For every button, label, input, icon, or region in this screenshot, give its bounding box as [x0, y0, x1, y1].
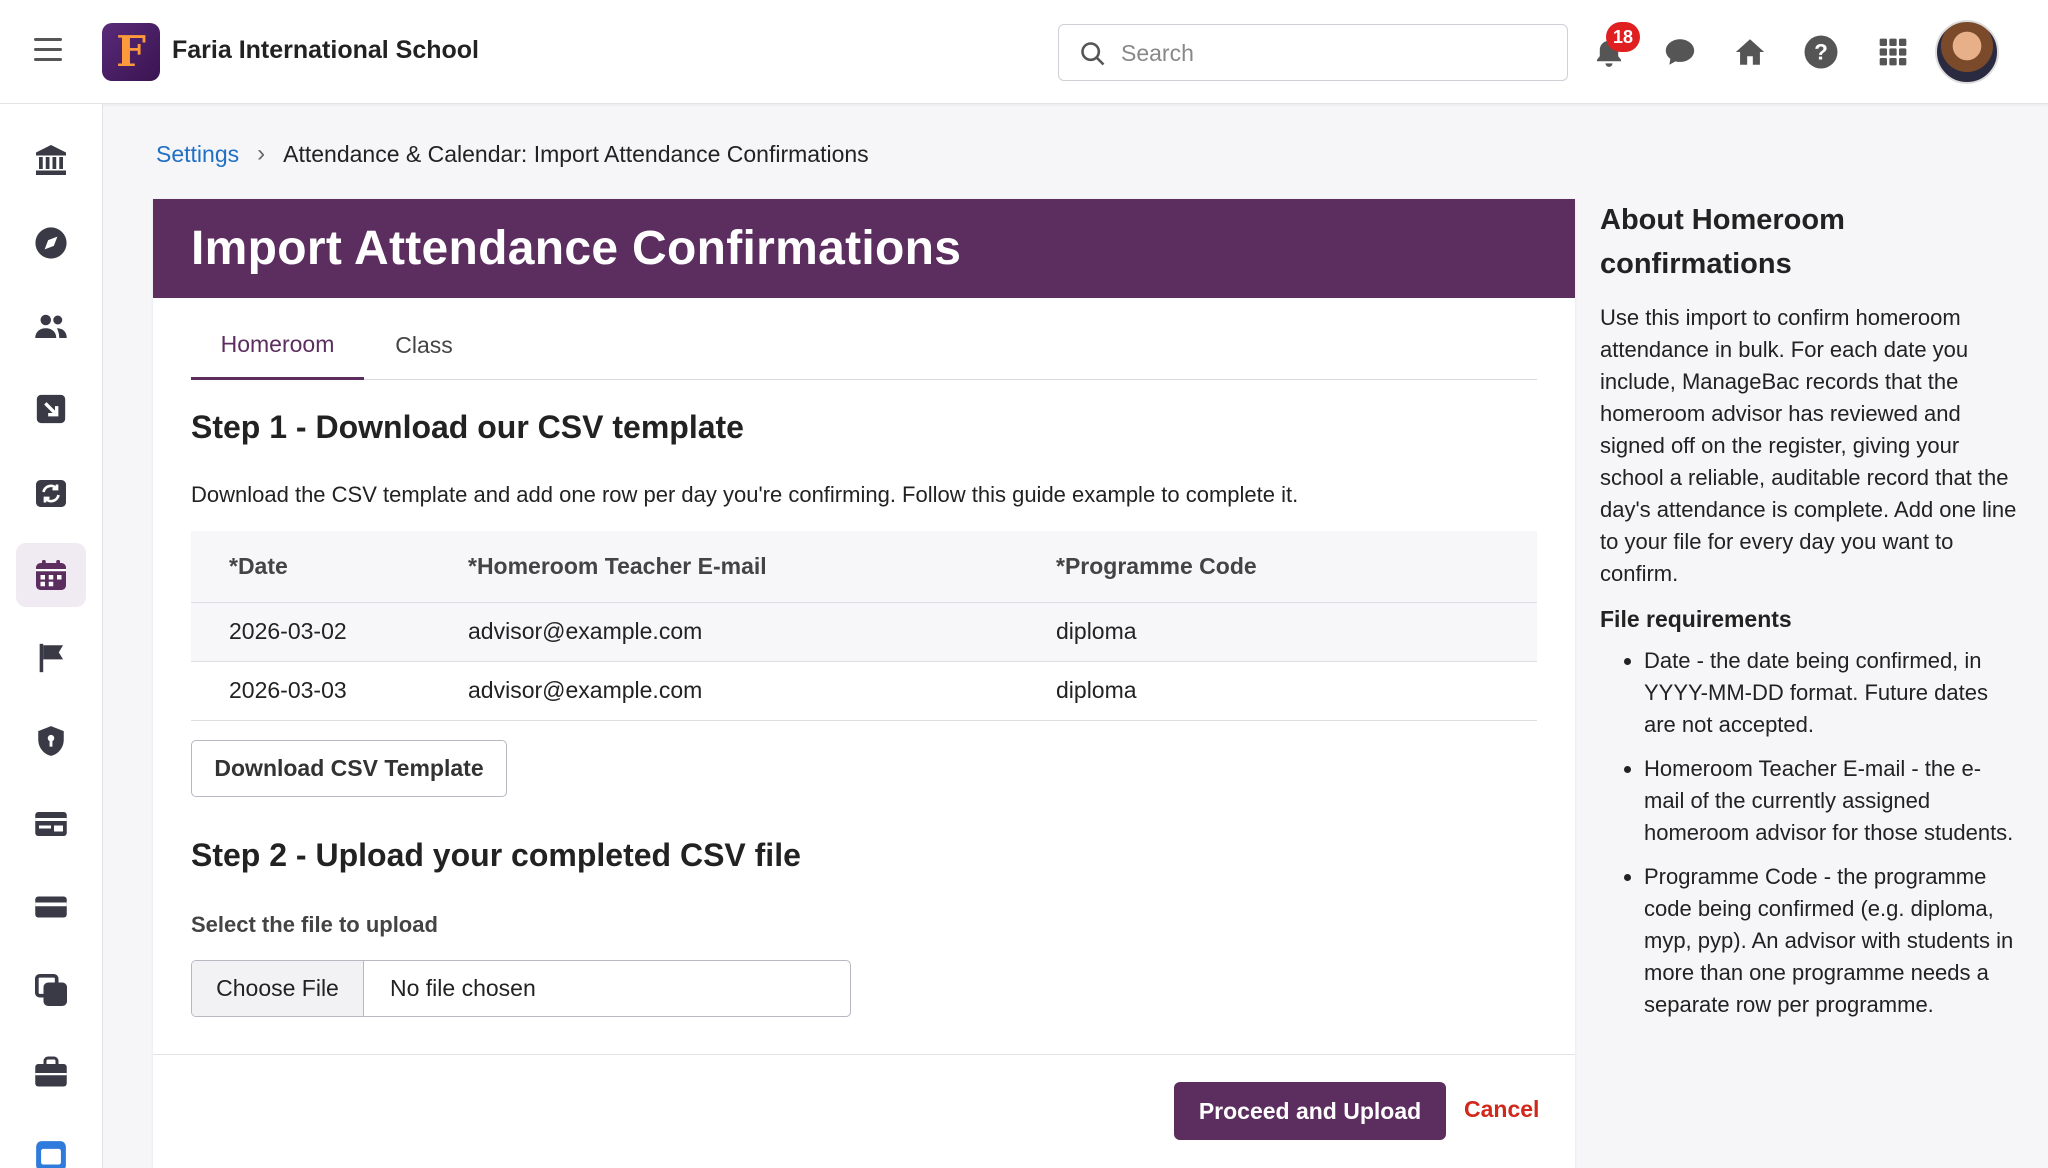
download-csv-template-button[interactable]: Download CSV Template — [191, 740, 507, 797]
step1-description: Download the CSV template and add one ro… — [191, 482, 1299, 507]
list-item: Date - the date being confirmed, in YYYY… — [1644, 645, 2020, 741]
sidebar — [0, 104, 103, 1168]
briefcase-icon — [35, 1056, 67, 1087]
dp-app-icon — [36, 1141, 66, 1168]
users-icon — [35, 314, 67, 338]
file-upload-input[interactable]: Choose File No file chosen — [191, 960, 851, 1017]
table-cell: advisor@example.com — [468, 661, 1056, 721]
sidebar-item-import[interactable] — [16, 377, 86, 441]
sidebar-item-users[interactable] — [16, 294, 86, 358]
sidebar-item-sync[interactable] — [16, 460, 86, 524]
tab-bar: Homeroom Class — [191, 311, 1537, 380]
search-input[interactable] — [1121, 35, 1541, 71]
card-icon — [35, 896, 67, 918]
home-icon[interactable] — [1731, 33, 1769, 71]
column-header-date: *Date — [191, 531, 468, 603]
tab-class[interactable]: Class — [364, 311, 484, 380]
sidebar-item-flags[interactable] — [16, 626, 86, 690]
table-cell: advisor@example.com — [468, 602, 1056, 662]
search-icon — [1081, 42, 1105, 66]
import-card: Import Attendance Confirmations Homeroom… — [153, 199, 1575, 1168]
file-status-text: No file chosen — [390, 975, 536, 1001]
import-arrow-icon — [36, 394, 66, 424]
breadcrumb-settings-link[interactable]: Settings — [156, 141, 239, 168]
calendar-icon — [36, 560, 66, 590]
card-footer: Proceed and Upload Cancel — [153, 1054, 1575, 1168]
copy-icon — [34, 973, 68, 1007]
shield-icon — [38, 726, 64, 756]
school-logo[interactable]: F — [102, 23, 160, 81]
page-title: Import Attendance Confirmations — [191, 222, 962, 275]
school-name[interactable]: Faria International School — [172, 36, 479, 65]
compass-icon — [35, 227, 67, 259]
step2-title: Step 2 - Upload your completed CSV file — [191, 837, 801, 873]
column-header-programme: *Programme Code — [1056, 531, 1537, 603]
sidebar-item-id-cards[interactable] — [16, 792, 86, 856]
help-intro: Use this import to confirm homeroom atte… — [1600, 305, 2017, 586]
sidebar-item-school[interactable] — [16, 128, 86, 192]
table-cell: diploma — [1056, 602, 1537, 662]
list-item: Homeroom Teacher E-mail - the e-mail of … — [1644, 753, 2020, 849]
proceed-and-upload-button[interactable]: Proceed and Upload — [1174, 1082, 1446, 1140]
step1-title: Step 1 - Download our CSV template — [191, 409, 744, 445]
notification-badge: 18 — [1606, 22, 1640, 52]
school-building-icon — [36, 145, 66, 175]
csv-guide-table: *Date *Homeroom Teacher E-mail *Programm… — [191, 531, 1537, 721]
chat-icon[interactable] — [1661, 33, 1699, 71]
requirements-title: File requirements — [1600, 606, 1792, 632]
breadcrumb: Settings › Attendance & Calendar: Import… — [156, 140, 869, 168]
sidebar-item-dp-app[interactable] — [16, 1124, 86, 1168]
chevron-right-icon: › — [257, 140, 266, 167]
table-row: 2026-03-02 advisor@example.com diploma — [191, 602, 1537, 662]
tab-homeroom[interactable]: Homeroom — [191, 311, 364, 380]
table-header-row: *Date *Homeroom Teacher E-mail *Programm… — [191, 531, 1537, 603]
top-bar: F Faria International School 18 ? — [0, 0, 2048, 104]
menu-icon[interactable] — [34, 38, 62, 62]
sidebar-item-security[interactable] — [16, 709, 86, 773]
column-header-email: *Homeroom Teacher E-mail — [468, 531, 1056, 603]
table-row: 2026-03-03 advisor@example.com diploma — [191, 661, 1537, 721]
help-icon[interactable]: ? — [1802, 33, 1840, 71]
sync-calendar-icon — [36, 480, 66, 507]
svg-text:?: ? — [1814, 40, 1828, 65]
breadcrumb-current: Attendance & Calendar: Import Attendance… — [283, 140, 869, 167]
search-box[interactable] — [1058, 24, 1568, 81]
sidebar-item-attendance-calendar[interactable] — [16, 543, 86, 607]
table-cell: diploma — [1056, 661, 1537, 721]
table-cell: 2026-03-03 — [191, 661, 468, 721]
list-item: Programme Code - the programme code bein… — [1644, 861, 2020, 1021]
user-avatar[interactable] — [1935, 20, 1999, 84]
sidebar-item-careers[interactable] — [16, 1041, 86, 1105]
help-panel: About Homeroom confirmations Use this im… — [1600, 198, 2020, 1033]
apps-grid-icon[interactable] — [1874, 33, 1912, 71]
help-title: About Homeroom confirmations — [1600, 204, 1845, 280]
file-upload-label: Select the file to upload — [191, 912, 438, 937]
card-header: Import Attendance Confirmations — [153, 199, 1575, 298]
sidebar-item-copy[interactable] — [16, 958, 86, 1022]
choose-file-button[interactable]: Choose File — [192, 961, 364, 1016]
requirements-list: Date - the date being confirmed, in YYYY… — [1600, 645, 2020, 1021]
table-cell: 2026-03-02 — [191, 602, 468, 662]
flag-icon — [39, 643, 64, 673]
cancel-link[interactable]: Cancel — [1464, 1096, 1539, 1123]
logo-letter: F — [116, 27, 146, 76]
sidebar-item-explore[interactable] — [16, 211, 86, 275]
id-card-icon — [35, 812, 67, 836]
sidebar-item-billing[interactable] — [16, 875, 86, 939]
